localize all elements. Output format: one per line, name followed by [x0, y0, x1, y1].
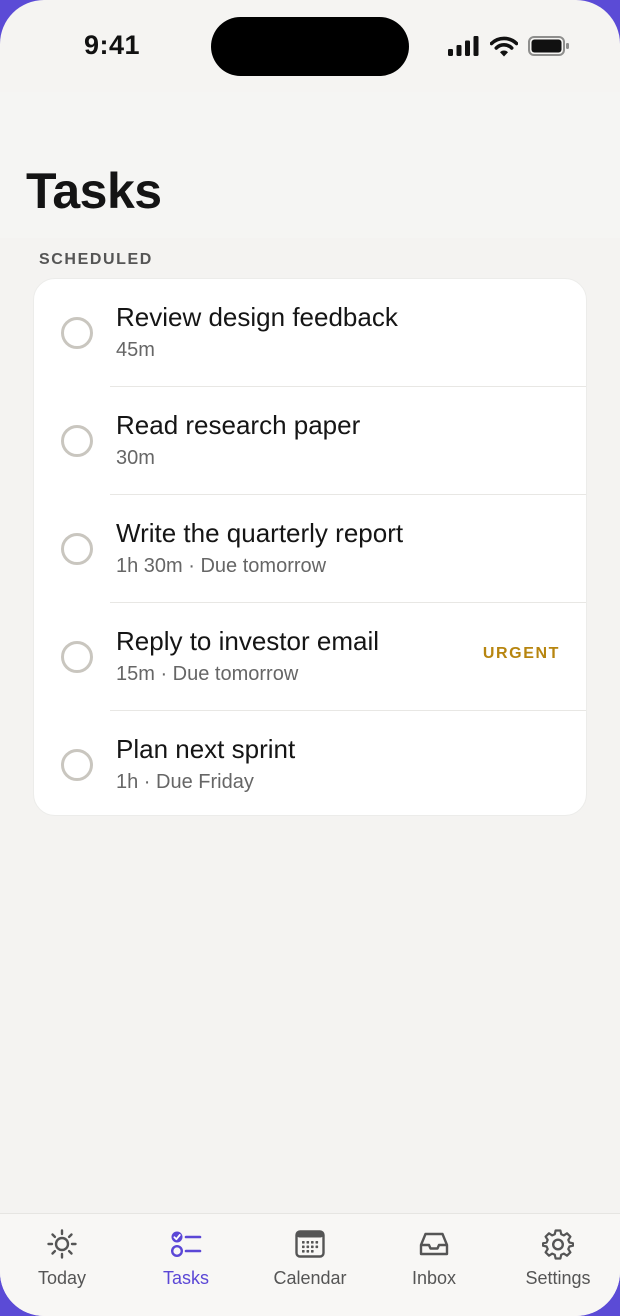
task-list-area[interactable]: SCHEDULED Review design feedback 45m Rea…: [0, 238, 620, 1213]
task-text: Review design feedback 45m: [116, 301, 398, 362]
task-checkbox[interactable]: [61, 425, 93, 457]
calendar-icon: [295, 1230, 325, 1258]
task-title: Reply to investor email: [116, 626, 379, 656]
task-checkbox[interactable]: [61, 533, 93, 565]
section-label: SCHEDULED: [39, 251, 153, 268]
tab-today[interactable]: Today: [0, 1214, 124, 1316]
task-title: Plan next sprint: [116, 734, 296, 764]
task-checkbox[interactable]: [61, 641, 93, 673]
header: Tasks: [0, 92, 620, 238]
urgent-badge: URGENT: [482, 645, 560, 662]
task-meta: 30m: [116, 447, 155, 469]
phone-screen: 9:41 Tasks SCHEDULED Review design feedb…: [0, 0, 620, 1316]
task-row[interactable]: Write the quarterly report 1h 30m · Due …: [34, 495, 586, 603]
battery-icon: [528, 36, 569, 56]
task-text: Reply to investor email 15m · Due tomorr…: [116, 625, 379, 686]
task-row[interactable]: Plan next sprint 1h · Due Friday: [34, 711, 586, 815]
tab-calendar[interactable]: Calendar: [248, 1214, 372, 1316]
task-meta: 45m: [116, 339, 155, 361]
inbox-icon: [419, 1232, 449, 1256]
task-title: Read research paper: [116, 410, 361, 440]
tab-bar: Today Tasks Calendar Inbox Settings: [0, 1213, 620, 1316]
cellular-signal-icon: [448, 36, 479, 56]
tab-inbox[interactable]: Inbox: [372, 1214, 496, 1316]
tab-label: Settings: [525, 1268, 591, 1288]
tab-label: Calendar: [273, 1268, 347, 1288]
checklist-icon: [170, 1231, 202, 1258]
tab-settings[interactable]: Settings: [496, 1214, 620, 1316]
task-checkbox[interactable]: [61, 749, 93, 781]
wifi-icon: [490, 36, 518, 56]
task-meta: 1h 30m · Due tomorrow: [116, 555, 327, 577]
task-text: Read research paper 30m: [116, 409, 360, 470]
tab-label: Tasks: [162, 1268, 209, 1288]
task-meta: 1h · Due Friday: [116, 771, 254, 793]
task-text: Write the quarterly report 1h 30m · Due …: [116, 517, 403, 578]
task-card: Review design feedback 45m Read research…: [33, 278, 587, 816]
task-text: Plan next sprint 1h · Due Friday: [116, 733, 295, 794]
tab-label: Today: [37, 1268, 87, 1288]
task-title: Review design feedback: [116, 302, 398, 332]
tab-label: Inbox: [411, 1268, 457, 1288]
dynamic-island: [211, 17, 409, 76]
task-row[interactable]: Read research paper 30m: [34, 387, 586, 495]
task-title: Write the quarterly report: [116, 518, 404, 548]
page-title: Tasks: [26, 163, 162, 219]
task-row[interactable]: Reply to investor email 15m · Due tomorr…: [34, 603, 586, 711]
task-row[interactable]: Review design feedback 45m: [34, 279, 586, 387]
task-checkbox[interactable]: [61, 317, 93, 349]
status-bar: 9:41: [0, 0, 620, 92]
sun-icon: [47, 1229, 77, 1259]
status-time: 9:41: [84, 30, 141, 60]
gear-icon: [542, 1229, 574, 1260]
task-meta: 15m · Due tomorrow: [116, 663, 299, 685]
status-icons: [448, 34, 570, 58]
tab-tasks[interactable]: Tasks: [124, 1214, 248, 1316]
